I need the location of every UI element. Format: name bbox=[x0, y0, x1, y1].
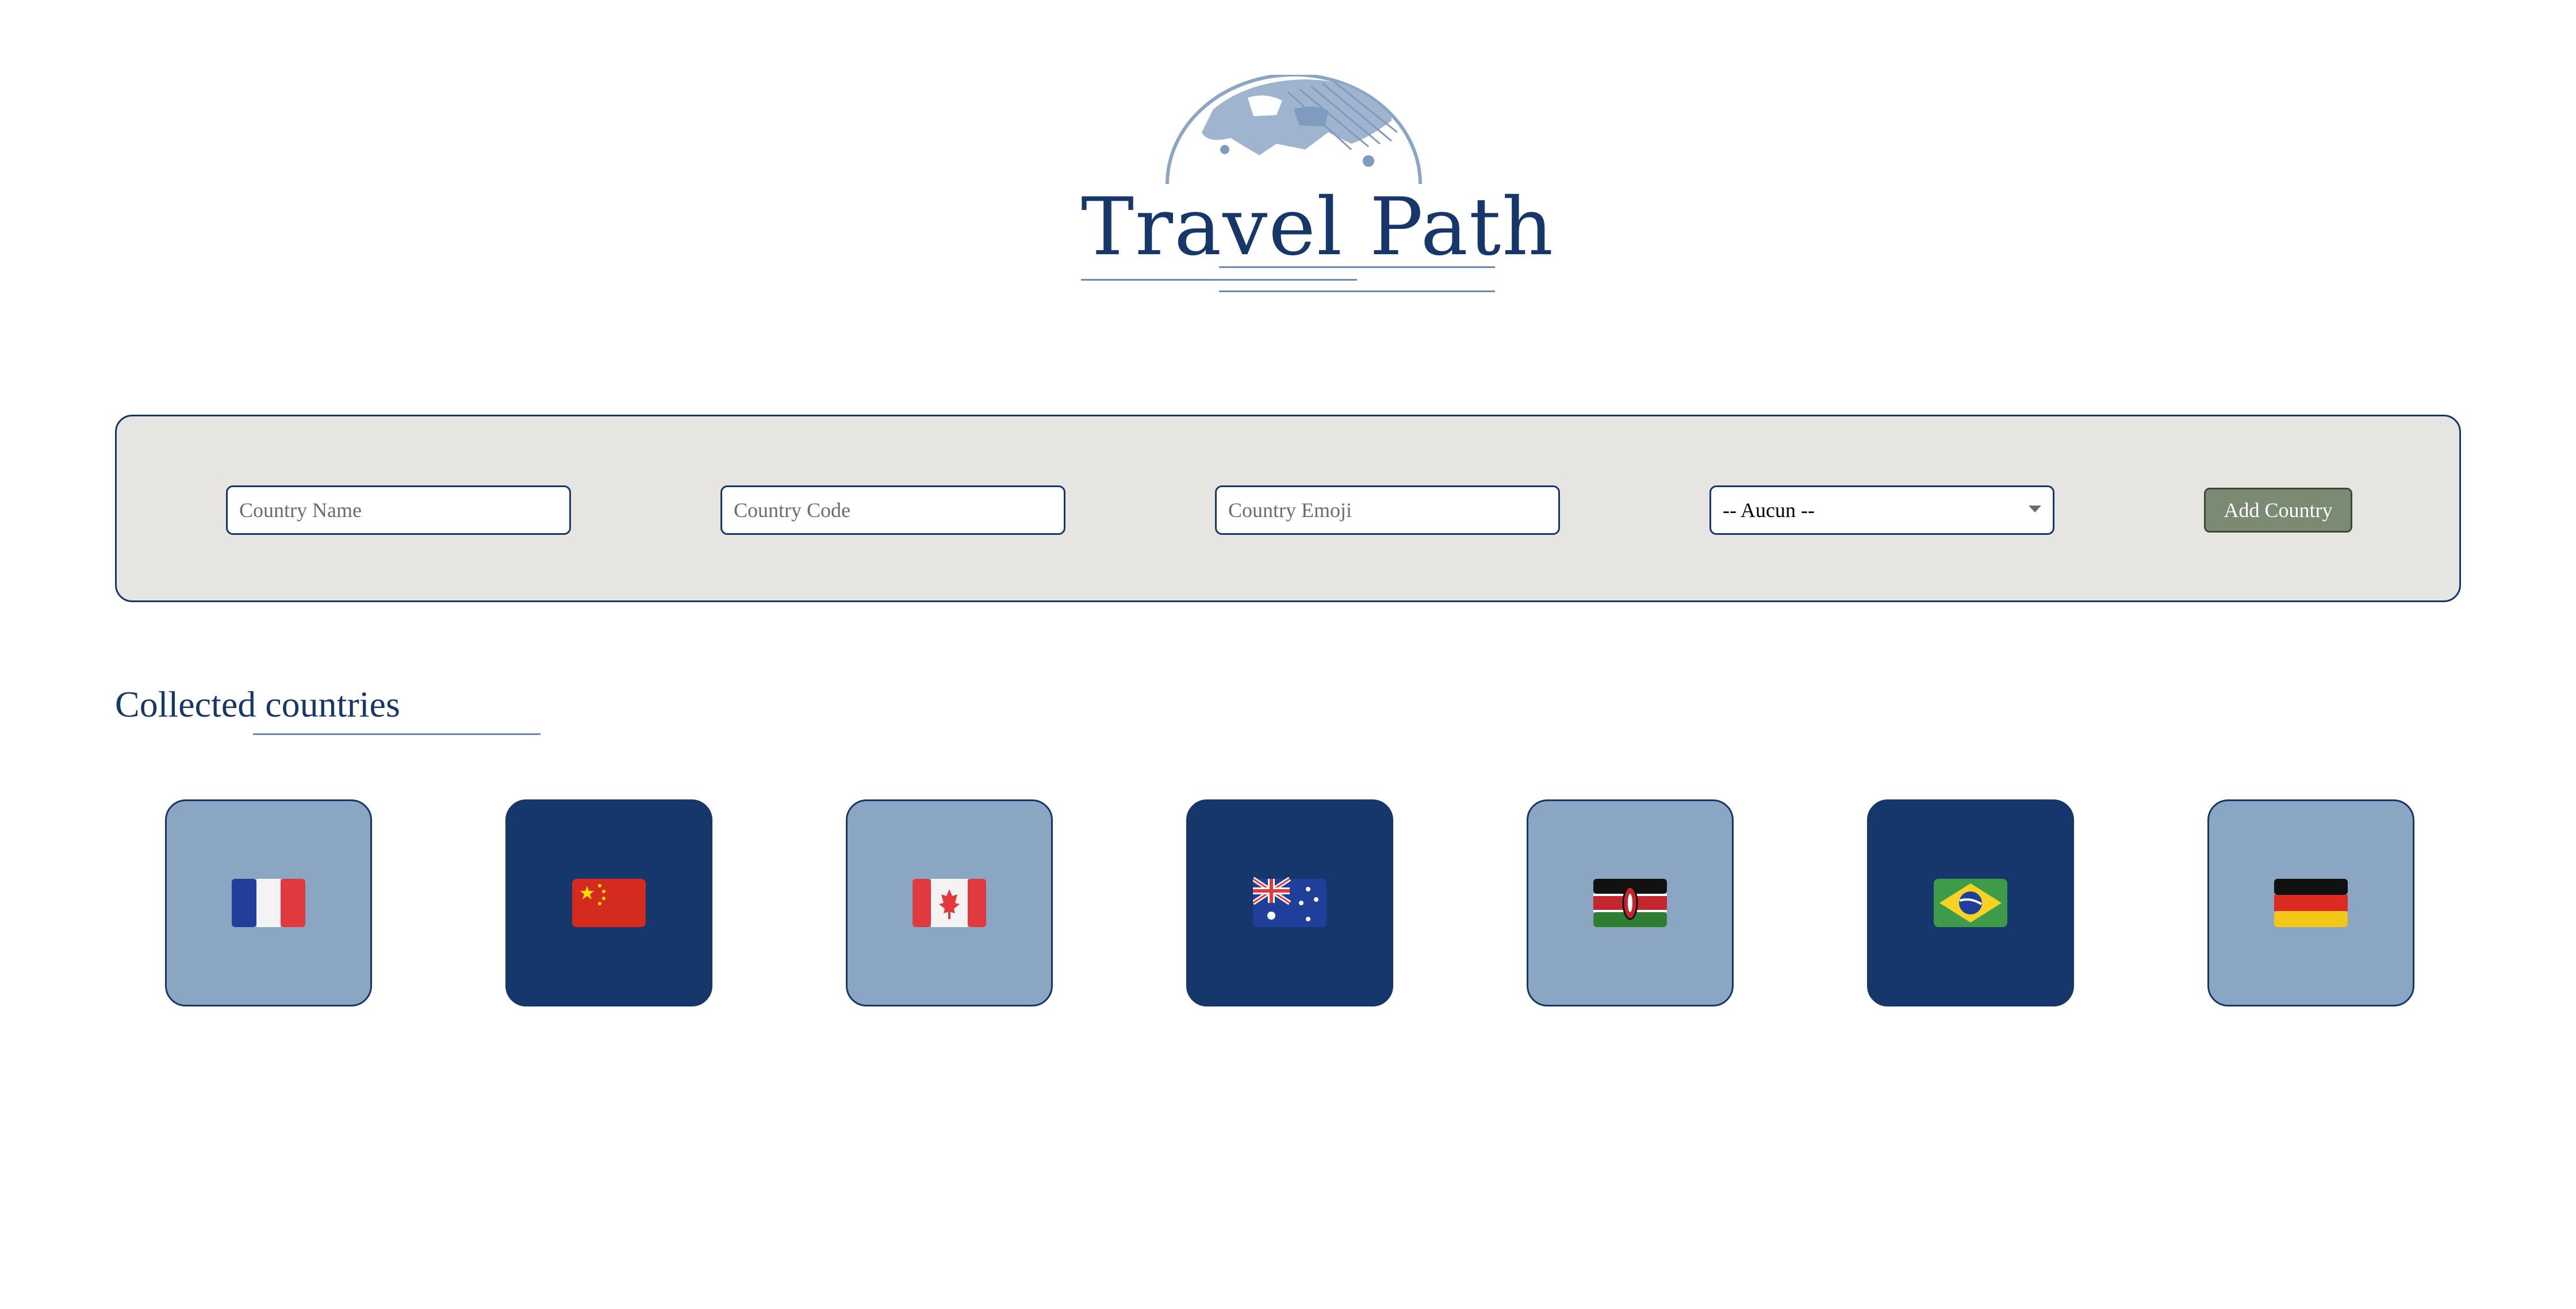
section-underline bbox=[253, 733, 540, 735]
add-country-form: -- Aucun -- Add Country bbox=[115, 415, 2461, 602]
australia-flag-icon bbox=[1253, 877, 1327, 927]
country-tile[interactable] bbox=[1186, 799, 1393, 1006]
logo: Travel Path bbox=[1081, 75, 1555, 299]
kenya-flag-icon bbox=[1593, 879, 1667, 927]
logo-underline bbox=[1081, 279, 1357, 281]
brazil-flag-icon bbox=[1934, 879, 2007, 927]
country-tile[interactable] bbox=[846, 799, 1053, 1006]
globe-icon bbox=[1166, 75, 1422, 185]
page: Travel Path -- Aucun -- Add Country Coll… bbox=[0, 0, 2576, 1309]
country-tile[interactable] bbox=[1527, 799, 1734, 1006]
china-flag-icon bbox=[572, 879, 646, 927]
continent-select[interactable]: -- Aucun -- bbox=[1709, 485, 2054, 535]
add-country-button[interactable]: Add Country bbox=[2204, 488, 2352, 533]
chevron-down-icon bbox=[2029, 506, 2041, 512]
logo-underline bbox=[1219, 266, 1495, 268]
logo-title: Travel Path bbox=[1081, 181, 1555, 273]
france-flag-icon bbox=[232, 879, 305, 927]
country-tile[interactable] bbox=[165, 799, 372, 1006]
logo-underline bbox=[1219, 290, 1495, 292]
country-tile[interactable] bbox=[1867, 799, 2074, 1006]
country-tile[interactable] bbox=[505, 799, 712, 1006]
country-name-input[interactable] bbox=[226, 485, 571, 535]
country-code-input[interactable] bbox=[720, 485, 1065, 535]
section-title: Collected countries bbox=[115, 684, 400, 725]
country-emoji-input[interactable] bbox=[1215, 485, 1560, 535]
select-value: -- Aucun -- bbox=[1723, 499, 1815, 522]
country-tile[interactable] bbox=[2207, 799, 2414, 1006]
germany-flag-icon bbox=[2274, 879, 2348, 927]
canada-flag-icon bbox=[913, 879, 986, 927]
